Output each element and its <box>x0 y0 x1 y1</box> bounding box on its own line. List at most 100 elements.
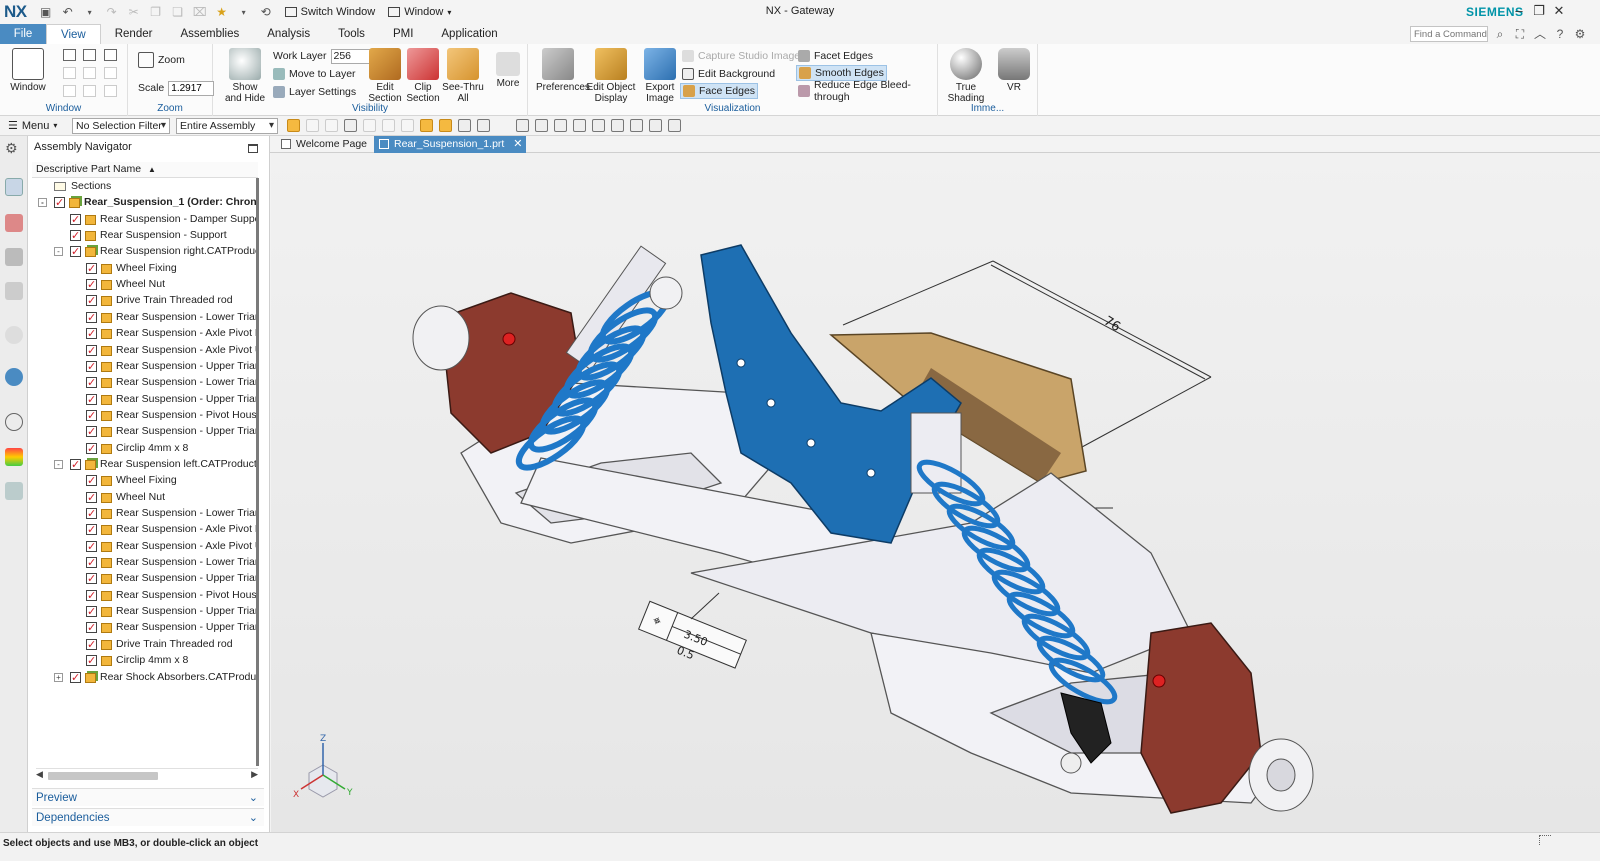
tree-row[interactable]: Rear Suspension - Upper Triangle <box>32 391 258 407</box>
assembly-navigator-icon[interactable] <box>5 178 23 196</box>
snap-icon-1[interactable] <box>306 119 319 132</box>
fullscreen-icon[interactable] <box>1539 835 1551 845</box>
render-style-icon[interactable] <box>630 119 643 132</box>
view-triad[interactable]: Z X Y <box>293 734 353 800</box>
redo-icon[interactable]: ↷ <box>103 3 121 21</box>
layout-icon[interactable] <box>63 85 76 97</box>
ribbon-collapse-icon[interactable]: ︿ <box>1532 26 1548 42</box>
orient-icon[interactable] <box>592 119 605 132</box>
scroll-left-icon[interactable]: ◀ <box>36 769 43 780</box>
close-icon[interactable]: ✕ <box>1550 2 1568 20</box>
view-icon[interactable] <box>611 119 624 132</box>
body-icon[interactable] <box>458 119 471 132</box>
visibility-checkbox[interactable] <box>70 457 81 472</box>
visibility-checkbox[interactable] <box>86 261 97 276</box>
maximize-icon[interactable] <box>248 144 258 153</box>
info-icon[interactable] <box>5 326 23 344</box>
visibility-checkbox[interactable] <box>86 571 97 586</box>
help-icon[interactable]: ? <box>1552 26 1568 42</box>
tab-welcome-page[interactable]: Welcome Page <box>276 136 371 153</box>
tree-row[interactable]: Drive Train Threaded rod <box>32 636 258 652</box>
tree-row[interactable]: Rear Suspension - Lower Triangle <box>32 554 258 570</box>
expand-icon[interactable]: + <box>54 672 63 682</box>
tree-row[interactable]: Wheel Nut <box>32 276 258 292</box>
visibility-checkbox[interactable] <box>86 490 97 505</box>
visibility-checkbox[interactable] <box>86 473 97 488</box>
constraint-navigator-icon[interactable] <box>5 214 23 232</box>
visibility-checkbox[interactable] <box>86 326 97 341</box>
collapse-icon[interactable]: - <box>54 459 63 469</box>
visibility-checkbox[interactable] <box>86 392 97 407</box>
visibility-checkbox[interactable] <box>86 506 97 521</box>
visibility-checkbox[interactable] <box>86 343 97 358</box>
export-image-button[interactable]: Export Image <box>638 48 682 104</box>
tree-row[interactable]: Circlip 4mm x 8 <box>32 440 258 456</box>
visibility-checkbox[interactable] <box>86 555 97 570</box>
visibility-checkbox[interactable] <box>86 408 97 423</box>
tab-assemblies[interactable]: Assemblies <box>166 24 253 44</box>
dependencies-panel[interactable]: Dependencies ⌄ <box>32 808 264 826</box>
tree-row[interactable]: Rear Suspension - Axle Pivot Up... <box>32 342 258 358</box>
tree-row[interactable]: Rear Suspension - Axle Pivot Lo... <box>32 325 258 341</box>
part-navigator-icon[interactable] <box>5 248 23 266</box>
tree-row[interactable]: Sections <box>32 178 258 194</box>
tab-rear-suspension[interactable]: Rear_Suspension_1.prt ✕ <box>374 136 527 153</box>
show-and-hide-button[interactable]: Show and Hide <box>223 48 267 104</box>
favorites-dropdown-icon[interactable]: ▾ <box>235 3 253 21</box>
tab-application[interactable]: Application <box>427 24 511 44</box>
fullscreen-icon[interactable]: ⛶ <box>1512 26 1528 42</box>
tree-row[interactable]: Rear Suspension - Upper Triangl... <box>32 423 258 439</box>
tree-row[interactable]: Rear Suspension - Axle Pivot Lo... <box>32 521 258 537</box>
undo-dropdown-icon[interactable]: ▾ <box>81 3 99 21</box>
snap-icon-3[interactable] <box>363 119 376 132</box>
tree-row[interactable]: Wheel Nut <box>32 489 258 505</box>
display-icon[interactable] <box>668 119 681 132</box>
see-thru-all-button[interactable]: See-Thru All <box>441 48 485 104</box>
palette-icon[interactable] <box>5 448 23 466</box>
visibility-checkbox[interactable] <box>86 637 97 652</box>
face-edges-button[interactable]: Face Edges <box>680 83 759 99</box>
visibility-checkbox[interactable] <box>70 228 81 243</box>
favorites-icon[interactable]: ★ <box>213 3 231 21</box>
rotate-icon[interactable] <box>554 119 567 132</box>
add-component-icon[interactable] <box>439 119 452 132</box>
scope-dropdown[interactable]: Entire Assembly <box>176 117 278 134</box>
visibility-checkbox[interactable] <box>86 653 97 668</box>
visibility-checkbox[interactable] <box>86 539 97 554</box>
six-views-icon[interactable] <box>104 67 117 79</box>
visibility-checkbox[interactable] <box>86 359 97 374</box>
tree-row[interactable]: Rear Suspension - Pivot Housing <box>32 587 258 603</box>
scroll-right-icon[interactable]: ▶ <box>251 769 258 780</box>
vertical-scrollbar[interactable] <box>256 178 259 766</box>
zoom-button[interactable]: Zoom <box>136 52 187 68</box>
two-views-horizontal-icon[interactable] <box>104 49 117 61</box>
move-to-layer-button[interactable]: Move to Layer <box>271 66 358 82</box>
snap-icon-2[interactable] <box>325 119 338 132</box>
delete-icon[interactable]: ⌧ <box>191 3 209 21</box>
visibility-checkbox[interactable] <box>86 424 97 439</box>
visibility-checkbox[interactable] <box>86 441 97 456</box>
settings-icon[interactable]: ⚙ <box>1572 26 1588 42</box>
single-view-icon[interactable] <box>63 49 76 61</box>
visibility-checkbox[interactable] <box>70 244 81 259</box>
scale-input[interactable] <box>168 80 215 96</box>
preview-panel[interactable]: Preview ⌄ <box>32 788 264 806</box>
tree-row[interactable]: Rear Suspension - Lower Triangl... <box>32 505 258 521</box>
pivot-housing-right[interactable] <box>1140 622 1314 814</box>
restore-icon[interactable]: ❐ <box>1530 2 1548 20</box>
layout-icon-2[interactable] <box>83 85 96 97</box>
tree-row[interactable]: Rear Suspension - Lower Triangl... <box>32 309 258 325</box>
tree-row[interactable]: Wheel Fixing <box>32 260 258 276</box>
tab-analysis[interactable]: Analysis <box>253 24 324 44</box>
menu-button[interactable]: ☰ Menu ▾ <box>0 119 72 133</box>
visibility-checkbox[interactable] <box>86 293 97 308</box>
face-icon[interactable] <box>477 119 490 132</box>
visibility-checkbox[interactable] <box>86 277 97 292</box>
switch-window-button[interactable]: Switch Window <box>280 2 381 22</box>
visibility-checkbox[interactable] <box>86 310 97 325</box>
selection-filter-dropdown[interactable]: No Selection Filter <box>72 117 170 134</box>
search-icon[interactable]: ⌕ <box>1492 26 1508 42</box>
tree-row[interactable]: - Rear_Suspension_1 (Order: Chronolo... <box>32 194 258 210</box>
fit-icon[interactable] <box>516 119 529 132</box>
scroll-thumb[interactable] <box>48 772 158 780</box>
